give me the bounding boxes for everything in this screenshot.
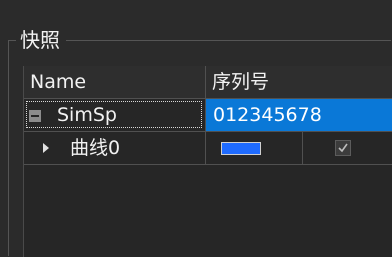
column-header-serial[interactable]: 序列号 (206, 66, 392, 99)
visible-checkbox[interactable] (335, 140, 351, 156)
tree-row-curve0[interactable]: 曲线0 (24, 132, 392, 165)
parent-name-label: SimSp (57, 104, 117, 126)
parent-name-cell[interactable]: SimSp (24, 99, 206, 132)
indent-area (24, 132, 64, 165)
serial-cell[interactable]: 012345678 (206, 99, 392, 132)
color-cell[interactable] (206, 132, 303, 165)
child-name-cell[interactable]: 曲线0 (64, 132, 206, 165)
snapshot-tree[interactable]: Name 序列号 SimSp 012345678 曲线0 (23, 66, 392, 257)
minus-box-icon[interactable] (29, 110, 41, 122)
triangle-right-icon[interactable] (43, 143, 49, 153)
checkmark-icon (338, 143, 348, 153)
column-header-name[interactable]: Name (24, 66, 206, 99)
tree-row-simsp[interactable]: SimSp 012345678 (24, 99, 392, 132)
tree-header: Name 序列号 (24, 66, 392, 99)
child-name-label: 曲线0 (70, 137, 121, 159)
color-swatch[interactable] (221, 142, 261, 155)
groupbox-title: 快照 (16, 25, 66, 55)
visible-cell[interactable] (303, 132, 392, 165)
